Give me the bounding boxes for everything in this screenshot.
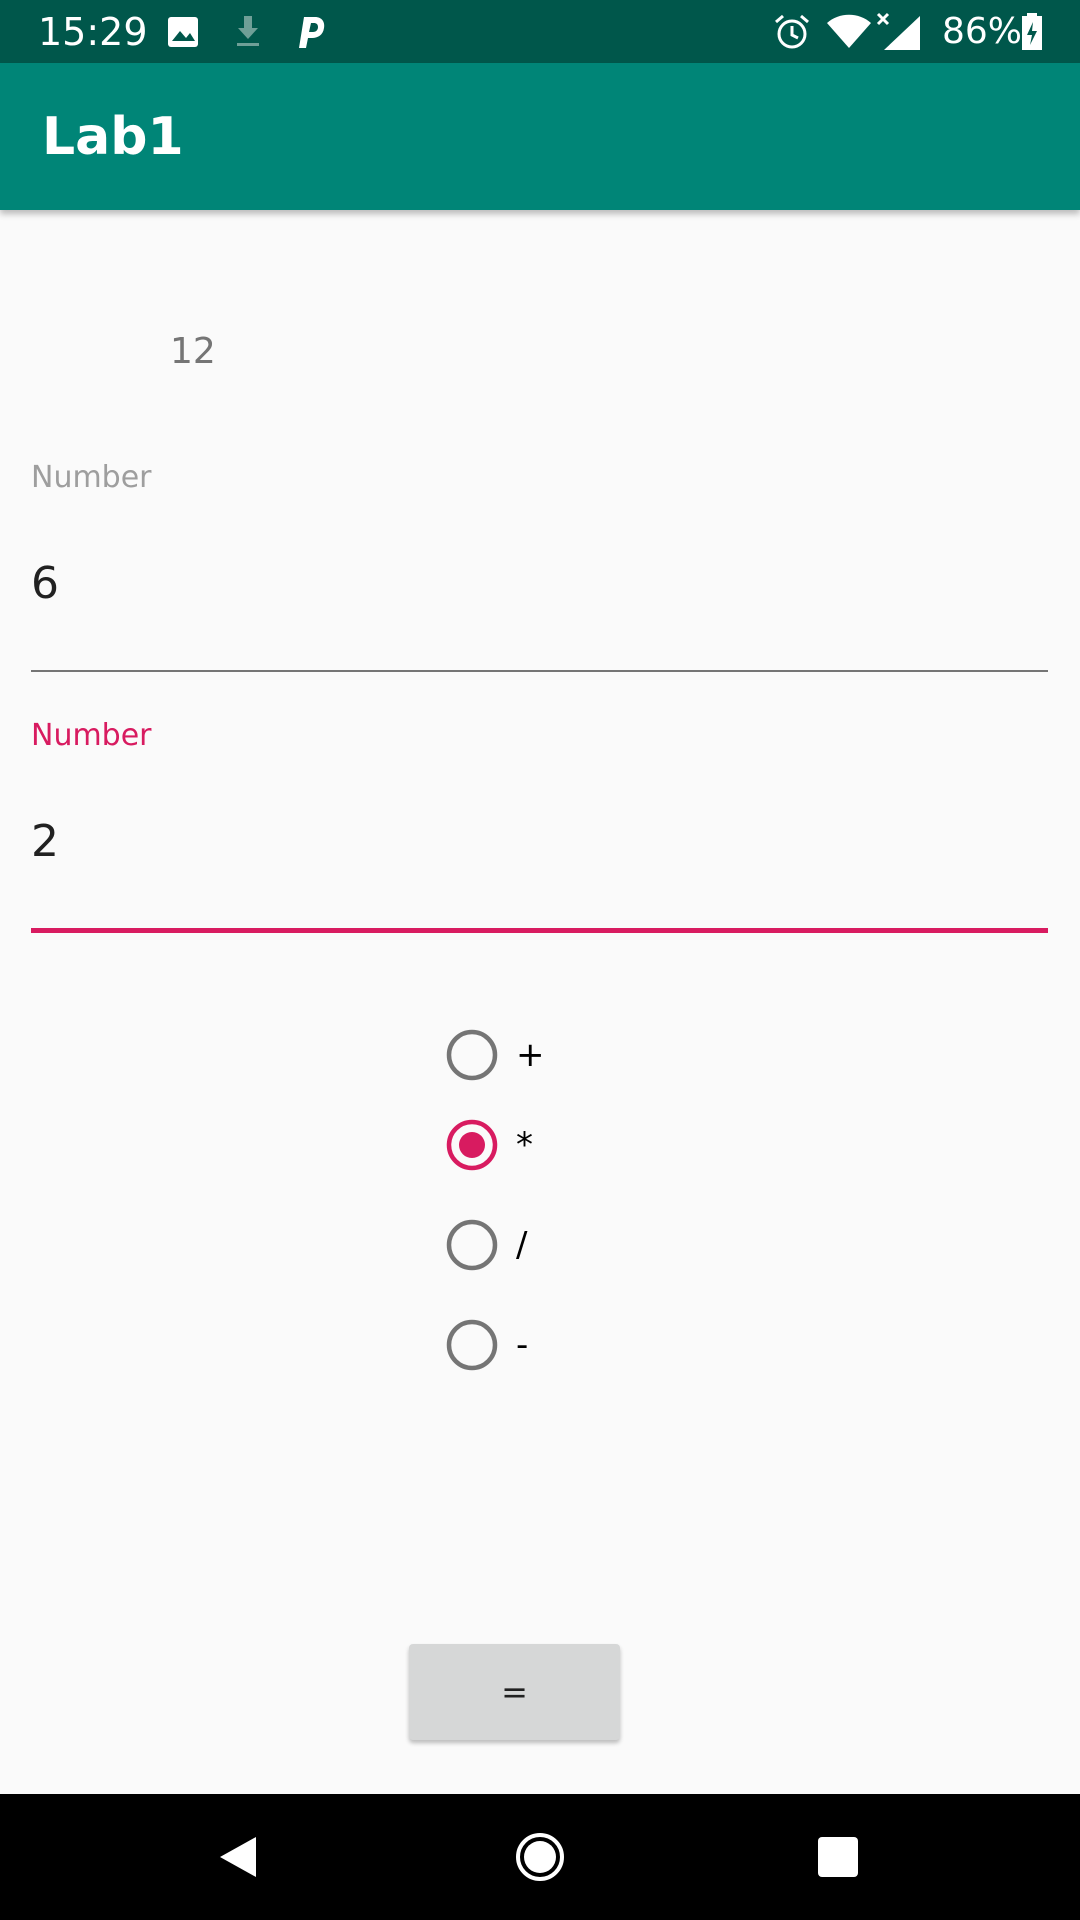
second-number-label: Number [31, 718, 152, 753]
radio-unchecked-icon[interactable] [446, 1219, 498, 1271]
radio-unchecked-icon[interactable] [446, 1319, 498, 1371]
status-bar: 15:29 86% [0, 0, 1080, 63]
radio-multiply[interactable]: * [446, 1117, 746, 1177]
result-text: 12 [170, 331, 216, 372]
image-icon [168, 17, 198, 47]
signal-icon [876, 12, 920, 50]
radio-divide-label: / [516, 1225, 528, 1265]
status-time: 15:29 [38, 10, 148, 54]
app-title: Lab1 [42, 107, 184, 167]
alarm-icon [775, 14, 809, 49]
parking-app-icon [299, 17, 325, 48]
radio-divide[interactable]: / [446, 1217, 746, 1277]
back-icon[interactable] [208, 1827, 268, 1887]
recents-icon[interactable] [808, 1827, 868, 1887]
first-number-underline [31, 670, 1048, 672]
radio-unchecked-icon[interactable] [446, 1029, 498, 1081]
app-bar: Lab1 [0, 63, 1080, 210]
radio-minus[interactable]: - [446, 1317, 746, 1377]
download-icon [237, 16, 259, 46]
radio-plus[interactable]: + [446, 1027, 746, 1087]
radio-multiply-label: * [516, 1125, 533, 1165]
second-number-input[interactable] [31, 814, 1048, 870]
first-number-field[interactable]: Number [31, 458, 1048, 678]
home-icon[interactable] [510, 1827, 570, 1887]
wifi-icon [827, 14, 871, 48]
radio-plus-label: + [516, 1035, 545, 1075]
radio-checked-icon[interactable] [446, 1119, 498, 1171]
second-number-field[interactable]: Number [31, 716, 1048, 936]
battery-charging-icon [1022, 13, 1042, 50]
first-number-label: Number [31, 460, 152, 495]
navigation-bar [0, 1794, 1080, 1920]
radio-minus-label: - [516, 1325, 529, 1365]
first-number-input[interactable] [31, 556, 1048, 612]
battery-percent: 86% [942, 11, 1023, 52]
second-number-underline [31, 928, 1048, 933]
equals-button[interactable]: = [409, 1644, 620, 1740]
